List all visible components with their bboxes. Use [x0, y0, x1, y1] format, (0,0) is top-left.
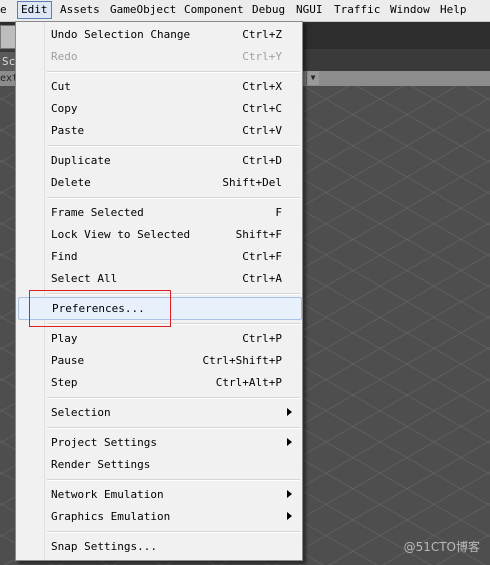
menu-item-redo[interactable]: Redo Ctrl+Y: [18, 46, 300, 67]
submenu-arrow-icon: [287, 408, 292, 416]
menubar-help[interactable]: Help: [437, 2, 470, 18]
menubar-debug[interactable]: Debug: [249, 2, 288, 18]
menu-item-network-emulation[interactable]: Network Emulation: [18, 484, 300, 505]
menu-item-shortcut: Ctrl+F: [242, 250, 282, 263]
menu-item-project-settings[interactable]: Project Settings: [18, 432, 300, 453]
menu-item-label: Select All: [51, 272, 118, 285]
menu-separator: [47, 293, 300, 295]
menu-item-shortcut: Ctrl+D: [242, 154, 282, 167]
menu-item-shortcut: Ctrl+C: [242, 102, 282, 115]
menu-item-shortcut: Ctrl+Alt+P: [215, 376, 282, 389]
menu-separator: [47, 197, 300, 199]
menu-item-snap-settings[interactable]: Snap Settings...: [18, 536, 300, 557]
menu-item-label: Selection: [51, 406, 111, 419]
menubar-ngui[interactable]: NGUI: [293, 2, 326, 18]
menu-item-frame-selected[interactable]: Frame Selected F: [18, 202, 300, 223]
menu-item-delete[interactable]: Delete Shift+Del: [18, 172, 300, 193]
menubar-gameobject[interactable]: GameObject: [107, 2, 179, 18]
menu-item-label: Frame Selected: [51, 206, 144, 219]
menu-item-duplicate[interactable]: Duplicate Ctrl+D: [18, 150, 300, 171]
scene-toolbar-label[interactable]: extu: [0, 71, 16, 86]
menu-item-find[interactable]: Find Ctrl+F: [18, 246, 300, 267]
menu-item-shortcut: Ctrl+X: [242, 80, 282, 93]
submenu-arrow-icon: [287, 490, 292, 498]
menu-item-label: Preferences...: [52, 302, 145, 315]
menu-item-lock-view-to-selected[interactable]: Lock View to Selected Shift+F: [18, 224, 300, 245]
menubar-file[interactable]: e: [0, 2, 10, 18]
hand-tool-icon[interactable]: [0, 25, 16, 49]
dropdown-arrow-icon[interactable]: ▼: [306, 71, 319, 85]
submenu-arrow-icon: [287, 438, 292, 446]
menu-item-label: Graphics Emulation: [51, 510, 171, 523]
menu-item-pause[interactable]: Pause Ctrl+Shift+P: [18, 350, 300, 371]
menu-item-label: Cut: [51, 80, 71, 93]
menu-item-label: Play: [51, 332, 78, 345]
menu-item-shortcut: Ctrl+P: [242, 332, 282, 345]
submenu-arrow-icon: [287, 512, 292, 520]
menu-item-label: Render Settings: [51, 458, 151, 471]
menu-item-copy[interactable]: Copy Ctrl+C: [18, 98, 300, 119]
menu-separator: [47, 427, 300, 429]
menu-item-step[interactable]: Step Ctrl+Alt+P: [18, 372, 300, 393]
menu-item-label: Delete: [51, 176, 91, 189]
watermark: @51CTO博客: [403, 540, 480, 554]
menu-item-label: Undo Selection Change: [51, 28, 191, 41]
menu-item-graphics-emulation[interactable]: Graphics Emulation: [18, 506, 300, 527]
menu-item-label: Pause: [51, 354, 85, 367]
menu-separator: [47, 397, 300, 399]
menu-item-label: Redo: [51, 50, 78, 63]
menu-item-label: Snap Settings...: [51, 540, 157, 553]
menubar-component[interactable]: Component: [181, 2, 247, 18]
edit-menu: Undo Selection Change Ctrl+Z Redo Ctrl+Y Cut…: [15, 21, 303, 561]
menu-item-label: Network Emulation: [51, 488, 164, 501]
menu-item-label: Duplicate: [51, 154, 111, 167]
menu-item-selection[interactable]: Selection: [18, 402, 300, 423]
menu-item-shortcut: Ctrl+V: [242, 124, 282, 137]
menu-item-select-all[interactable]: Select All Ctrl+A: [18, 268, 300, 289]
menu-item-preferences[interactable]: Preferences...: [18, 297, 302, 320]
menu-item-paste[interactable]: Paste Ctrl+V: [18, 120, 300, 141]
menu-item-shortcut: F: [275, 206, 282, 219]
menu-item-label: Step: [51, 376, 78, 389]
menu-item-shortcut: Ctrl+Shift+P: [202, 354, 282, 367]
menu-item-label: Find: [51, 250, 78, 263]
menubar-edit[interactable]: Edit: [17, 1, 52, 19]
menu-separator: [47, 531, 300, 533]
menubar-assets[interactable]: Assets: [57, 2, 103, 18]
menu-item-render-settings[interactable]: Render Settings: [18, 454, 300, 475]
menu-item-undo-selection-change[interactable]: Undo Selection Change Ctrl+Z: [18, 24, 300, 45]
menu-separator: [47, 71, 300, 73]
menu-item-play[interactable]: Play Ctrl+P: [18, 328, 300, 349]
menu-item-cut[interactable]: Cut Ctrl+X: [18, 76, 300, 97]
menu-item-shortcut: Ctrl+Y: [242, 50, 282, 63]
menubar-traffic[interactable]: Traffic: [331, 2, 383, 18]
menu-item-shortcut: Shift+Del: [222, 176, 282, 189]
menu-separator: [47, 145, 300, 147]
menu-item-shortcut: Ctrl+A: [242, 272, 282, 285]
menubar-window[interactable]: Window: [387, 2, 433, 18]
menu-item-label: Project Settings: [51, 436, 157, 449]
menu-bar: e Edit Assets GameObject Component Debug…: [0, 0, 490, 22]
menu-separator: [47, 323, 300, 325]
menu-item-shortcut: Shift+F: [235, 228, 282, 241]
menu-separator: [47, 479, 300, 481]
menu-item-label: Copy: [51, 102, 78, 115]
menu-item-shortcut: Ctrl+Z: [242, 28, 282, 41]
menu-item-label: Lock View to Selected: [51, 228, 191, 241]
menu-item-label: Paste: [51, 124, 85, 137]
